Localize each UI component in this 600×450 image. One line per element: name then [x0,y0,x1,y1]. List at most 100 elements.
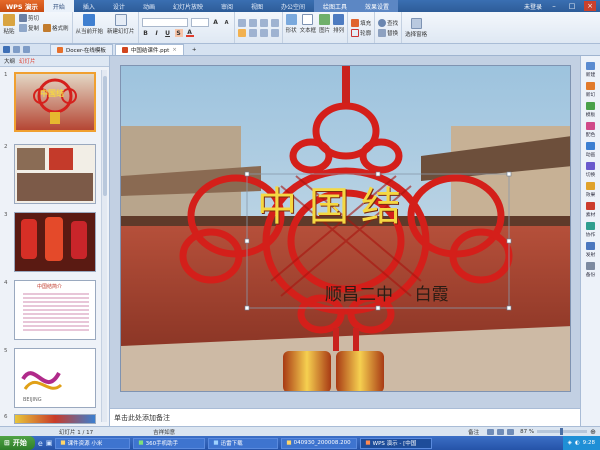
format-painter-button[interactable]: 格式刷 [43,14,69,41]
slide-thumbnail-1[interactable]: 1 中国结 [4,72,98,134]
font-name-combo[interactable] [141,18,188,27]
notes-toggle-button[interactable]: 备注 [468,428,479,436]
minimize-icon[interactable]: – [548,1,560,11]
clock[interactable]: 9:28 [583,440,595,446]
thumbnail-scrollbar[interactable] [101,70,107,422]
task-explorer[interactable]: ■ 课件资源 小米 [55,437,131,449]
replace-button[interactable]: 替换 [378,28,398,37]
picture-button[interactable]: 图片 [319,14,330,41]
outdent-icon[interactable] [270,18,279,27]
task-label: 发射 [585,253,596,258]
zoom-slider-knob[interactable] [560,428,564,435]
tab-close-icon[interactable]: × [172,47,177,53]
slide-thumbnail-3[interactable]: 3 [4,212,98,274]
selection-pane-button[interactable]: 选择窗格 [405,17,427,38]
align-left-icon[interactable] [237,28,246,37]
menu-slideshow[interactable]: 幻灯片放映 [164,0,212,12]
tab-docer-templates[interactable]: Docer-在线模板 [50,44,113,55]
task-new-slide[interactable]: 新幻 [586,82,595,98]
menu-insert[interactable]: 插入 [74,0,104,12]
cut-button[interactable]: 剪切 [19,14,39,22]
task-material[interactable]: 素材 [586,202,595,218]
shape-icon [285,14,297,25]
task-backup[interactable]: 备份 [586,262,595,278]
bullets-icon[interactable] [237,18,246,27]
align-center-icon[interactable] [248,28,257,37]
italic-icon[interactable]: I [153,29,161,37]
slide-title[interactable]: 中国结 [257,174,413,232]
font-color-icon[interactable]: A [185,29,194,37]
menu-drawing-tools[interactable]: 绘图工具 [314,0,357,12]
drawing-group: 形状 文本框 图片 排列 [283,12,349,43]
shadow-icon[interactable]: S [174,29,183,37]
sorter-view-icon[interactable] [497,428,505,435]
underline-icon[interactable]: U [164,29,172,37]
font-size-combo[interactable] [190,18,209,27]
menu-home[interactable]: 开始 [43,0,74,12]
menu-office-space[interactable]: 办公空间 [272,0,314,12]
task-new[interactable]: 新建 [586,62,595,78]
network-icon[interactable]: ◈ [568,440,572,446]
menu-design[interactable]: 设计 [104,0,134,12]
undo-icon[interactable] [13,46,20,53]
login-status[interactable]: 未登录 [524,2,542,11]
zoom-slider[interactable] [537,428,588,435]
task-file[interactable]: ■ 040930_200008.200 [281,437,358,449]
slide-thumbnail-4[interactable]: 4 中国结简介 [4,280,98,342]
normal-view-icon[interactable] [487,428,495,435]
new-slide-button[interactable]: 新建幻灯片 [107,14,135,41]
task-thunder[interactable]: ■ 迅雷下载 [208,437,279,449]
task-color[interactable]: 配色 [586,122,595,138]
shape-button[interactable]: 形状 [285,14,297,41]
menu-review[interactable]: 审阅 [212,0,242,12]
task-broadcast[interactable]: 发射 [585,242,596,258]
slideshow-view-icon[interactable] [507,428,515,435]
menu-effects[interactable]: 效果设置 [356,0,399,12]
task-transition[interactable]: 切换 [586,162,595,178]
task-wps-presentation[interactable]: ■ WPS 演示 - [中国 [360,437,433,449]
bold-icon[interactable]: B [142,29,150,37]
outline-button[interactable]: 轮廓 [351,28,371,37]
slide-thumbnail-2[interactable]: 2 [4,144,98,206]
task-label: 360手机助手 [145,441,179,447]
paste-button[interactable]: 粘贴 [3,14,15,41]
play-from-current-button[interactable]: 从当前开始 [76,14,103,41]
tab-outline[interactable]: 大纲 [4,57,15,65]
redo-icon[interactable] [23,46,30,53]
task-animation[interactable]: 动画 [586,142,595,158]
tab-chinese-knot-ppt[interactable]: 中国结课件.ppt × [114,44,184,55]
notes-pane[interactable]: 单击此处添加备注 [110,408,580,426]
find-button[interactable]: 查找 [378,18,398,27]
textbox-button[interactable]: 文本框 [300,14,316,41]
slide-thumbnail-6[interactable]: 6 [4,414,98,424]
arrange-button[interactable]: 排列 [333,14,344,41]
copy-button[interactable]: 复制 [19,24,39,32]
wps-app-menu-button[interactable]: WPS 演示 [0,0,44,12]
slide-subtitle[interactable]: 顺昌二中 白霞 [325,280,449,305]
shrink-font-icon[interactable]: A [223,19,231,27]
menu-view[interactable]: 视图 [242,0,272,12]
start-button[interactable]: ⊞ 开始 [0,436,35,450]
close-icon[interactable]: × [584,1,596,11]
task-collaborate[interactable]: 协作 [586,222,595,238]
quick-launch-ie-icon[interactable]: e [38,439,43,448]
slide-thumbnail-5[interactable]: 5 BEIJING [4,348,98,410]
save-icon[interactable] [3,46,10,53]
task-360-assistant[interactable]: ■ 360手机助手 [133,437,206,449]
menu-animation[interactable]: 动画 [134,0,164,12]
grow-font-icon[interactable]: A [212,19,220,27]
justify-icon[interactable] [270,28,279,37]
task-effect[interactable]: 效果 [586,182,595,198]
indent-icon[interactable] [259,18,268,27]
fill-button[interactable]: 填充 [351,18,371,27]
quick-launch-desktop-icon[interactable]: ▣ [46,439,53,447]
volume-icon[interactable]: ◐ [575,440,580,446]
maximize-icon[interactable]: □ [566,1,578,11]
fit-window-icon[interactable]: ⊕ [590,428,596,436]
current-slide[interactable]: 中国结 顺昌二中 白霞 [120,65,571,392]
task-template[interactable]: 模板 [586,102,595,118]
align-right-icon[interactable] [259,28,268,37]
new-tab-button[interactable]: + [186,44,203,55]
numbering-icon[interactable] [248,18,257,27]
tab-slides[interactable]: 幻灯片 [19,57,36,65]
